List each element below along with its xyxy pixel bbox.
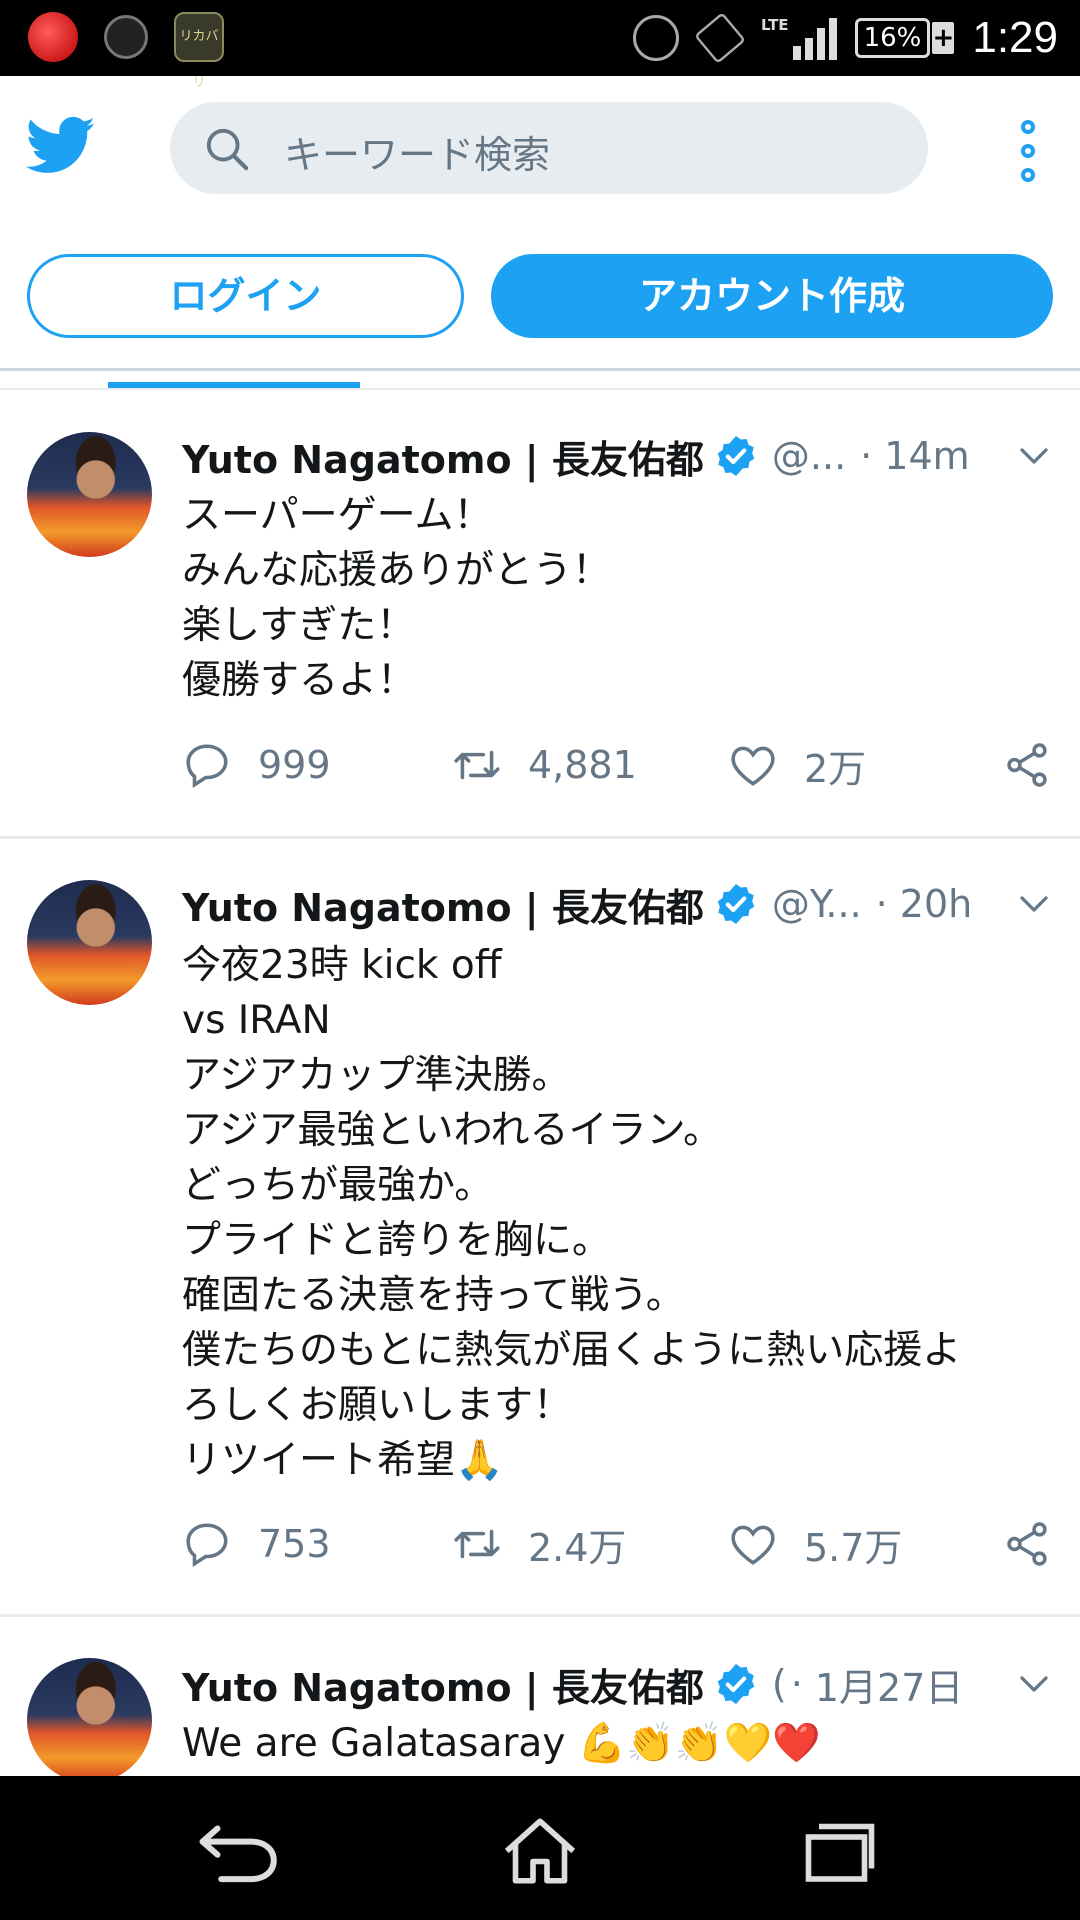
tweet-time[interactable]: 1月27日: [815, 1657, 964, 1712]
tweet-header: Yuto Nagatomo | 長友佑都 @... · 14m: [182, 428, 1052, 484]
tweet-line: 今夜23時 kick off: [182, 943, 502, 988]
verified-badge-icon: [717, 883, 755, 925]
app-lab-icon: リカバリ: [174, 12, 224, 90]
avatar[interactable]: [27, 880, 152, 1005]
share-icon: [1007, 1522, 1047, 1566]
retweet-icon: [454, 750, 500, 780]
battery-icon: 16% +: [854, 18, 955, 58]
clock: 1:29: [972, 13, 1058, 62]
retweet-icon: [454, 1529, 500, 1559]
tweet-dot: ·: [790, 1662, 803, 1706]
tweet-header: Yuto Nagatomo | 長友佑都 ( · 1月27日: [182, 1656, 1052, 1712]
tweet-dot: ·: [875, 882, 888, 926]
tweet-line: 確固たる決意を持って戦う。: [182, 1273, 685, 1318]
tweet-line: vs IRAN: [182, 998, 331, 1043]
search-icon: [206, 128, 249, 171]
tweet-text: 今夜23時 kick off vs IRAN アジアカップ準決勝。 アジア最強と…: [182, 938, 1042, 1488]
tweet-divider: [0, 1614, 1080, 1617]
tweet-author-name[interactable]: Yuto Nagatomo | 長友佑都: [182, 429, 704, 484]
tweet-author-name[interactable]: Yuto Nagatomo | 長友佑都: [182, 1657, 704, 1712]
verified-badge-icon: [717, 1663, 755, 1705]
trend-micro-icon: [28, 12, 78, 62]
tweet-dot: ·: [860, 434, 873, 478]
tweet-actions: 999 4,881 2万: [182, 735, 1052, 795]
tweet-line: We are Galatasaray 💪👏👏💛❤️: [182, 1721, 821, 1766]
avatar[interactable]: [27, 432, 152, 557]
tab-divider: [0, 368, 1080, 371]
login-button[interactable]: ログイン: [27, 254, 464, 338]
speed-gauge-icon: [104, 15, 148, 59]
system-nav-bar: [0, 1776, 1080, 1920]
tweet-text: We are Galatasaray 💪👏👏💛❤️: [182, 1716, 1042, 1776]
retweet-button[interactable]: 2.4万: [452, 1514, 626, 1574]
status-left-icons: リカバリ: [28, 12, 224, 90]
tweet-actions: 753 2.4万 5.7万: [182, 1514, 1052, 1574]
chevron-down-icon[interactable]: [1016, 438, 1052, 474]
signup-button[interactable]: アカウント作成: [491, 254, 1053, 338]
tweet-line: 優勝するよ！: [182, 658, 417, 703]
status-bar: リカバリ LTE 16% + 1:29: [0, 0, 1080, 90]
signal-icon: LTE: [761, 16, 837, 60]
tweet-handle: @...: [771, 434, 847, 478]
like-count: 2万: [804, 746, 867, 791]
tweet-time[interactable]: 14m: [884, 434, 969, 478]
search-bar[interactable]: キーワード検索: [170, 102, 928, 194]
twitter-bird-icon[interactable]: [26, 116, 96, 176]
retweet-count: 2.4万: [528, 1525, 627, 1570]
status-right-icons: LTE 16% + 1:29: [633, 8, 1058, 68]
like-count: 5.7万: [804, 1525, 903, 1570]
more-vertical-icon[interactable]: [1016, 120, 1040, 182]
data-saver-icon: [633, 15, 679, 61]
home-icon[interactable]: [495, 1816, 585, 1886]
tweet-handle: (: [771, 1662, 787, 1706]
reply-button[interactable]: 999: [182, 735, 331, 795]
chevron-down-icon[interactable]: [1016, 1666, 1052, 1702]
heart-icon: [731, 1525, 775, 1565]
tweet-divider: [0, 836, 1080, 839]
search-placeholder: キーワード検索: [284, 133, 551, 177]
heart-icon: [731, 746, 775, 786]
retweet-button[interactable]: 4,881: [452, 735, 637, 795]
tweet-line: アジア最強といわれるイラン。: [182, 1108, 723, 1153]
share-button[interactable]: [1002, 1514, 1052, 1574]
tweet-time[interactable]: 20h: [900, 882, 972, 926]
tweet-line: みんな応援ありがとう！: [182, 548, 612, 593]
share-icon: [1007, 743, 1047, 787]
tweet-line: 楽しすぎた！: [182, 603, 416, 648]
rotate-icon: [694, 12, 746, 64]
like-button[interactable]: 2万: [728, 735, 866, 795]
reply-button[interactable]: 753: [182, 1514, 331, 1574]
retweet-count: 4,881: [528, 743, 637, 787]
tweet-handle: @Y...: [771, 882, 862, 926]
reply-count: 753: [258, 1522, 331, 1566]
tweet-header: Yuto Nagatomo | 長友佑都 @Y... · 20h: [182, 876, 1052, 932]
back-icon[interactable]: [195, 1816, 285, 1886]
app-header: キーワード検索: [0, 76, 1080, 226]
like-button[interactable]: 5.7万: [728, 1514, 902, 1574]
tweet-line: リツイート希望🙏: [182, 1438, 504, 1483]
tweet-line: スーパーゲーム！: [182, 493, 493, 538]
verified-badge-icon: [717, 435, 755, 477]
share-button[interactable]: [1002, 735, 1052, 795]
tweet-line: アジアカップ準決勝。: [182, 1053, 571, 1098]
reply-icon: [186, 744, 228, 789]
tweet-line: プライドと誇りを胸に。: [182, 1218, 612, 1263]
reply-icon: [186, 1523, 228, 1568]
tweet-author-name[interactable]: Yuto Nagatomo | 長友佑都: [182, 877, 704, 932]
recents-icon[interactable]: [795, 1816, 885, 1886]
reply-count: 999: [258, 743, 331, 787]
tweet-line: ろしくお願いします！: [182, 1383, 573, 1428]
tab-divider-secondary: [0, 388, 1080, 390]
tweet-line: どっちが最強か。: [182, 1163, 494, 1208]
network-label: LTE: [761, 16, 789, 34]
battery-level: 16%: [854, 18, 931, 58]
chevron-down-icon[interactable]: [1016, 886, 1052, 922]
avatar[interactable]: [27, 1658, 152, 1783]
tweet-line: 僕たちのもとに熱気が届くように熱い応援よ: [182, 1328, 962, 1373]
tweet-text: スーパーゲーム！ みんな応援ありがとう！ 楽しすぎた！ 優勝するよ！: [182, 488, 1042, 708]
